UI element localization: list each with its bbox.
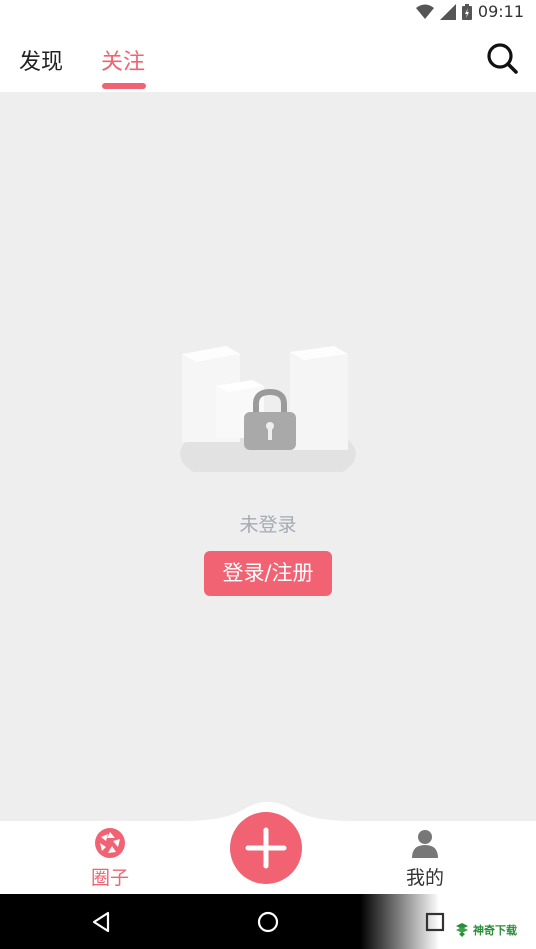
tab-mine-label: 我的 xyxy=(405,867,444,889)
tab-discover[interactable]: 发现 xyxy=(19,44,63,76)
status-bar: 09:11 xyxy=(0,0,536,24)
search-button[interactable] xyxy=(484,40,520,76)
recents-square-icon xyxy=(425,912,445,932)
tab-mine[interactable]: 我的 xyxy=(375,821,475,894)
person-icon xyxy=(412,830,438,858)
status-time: 09:11 xyxy=(477,2,524,21)
login-register-button[interactable]: 登录/注册 xyxy=(204,551,332,596)
watermark: 神奇下载 xyxy=(454,922,517,938)
tab-follow[interactable]: 关注 xyxy=(101,44,145,76)
plus-icon xyxy=(245,827,287,869)
aperture-icon xyxy=(95,828,125,858)
locked-city-illustration xyxy=(180,346,356,472)
nav-home-button[interactable] xyxy=(253,907,283,937)
watermark-text: 神奇下载 xyxy=(473,924,517,937)
active-tab-indicator xyxy=(102,83,146,89)
wifi-icon xyxy=(415,4,434,19)
top-nav: 发现 关注 xyxy=(0,24,536,92)
tab-circle[interactable]: 圈子 xyxy=(60,821,160,894)
search-icon xyxy=(487,43,518,74)
signal-icon xyxy=(439,3,456,20)
add-post-button[interactable] xyxy=(230,812,302,884)
follow-feed-content: 未登录 登录/注册 xyxy=(0,92,536,821)
home-circle-icon xyxy=(257,911,279,933)
watermark-logo-icon xyxy=(456,923,468,937)
nav-recents-button[interactable] xyxy=(420,907,450,937)
nav-back-button[interactable] xyxy=(86,907,116,937)
tab-circle-label: 圈子 xyxy=(90,867,129,889)
not-logged-in-message: 未登录 xyxy=(239,514,297,536)
status-icons: 09:11 xyxy=(415,2,524,21)
battery-icon xyxy=(461,3,472,20)
back-triangle-icon xyxy=(92,911,110,933)
